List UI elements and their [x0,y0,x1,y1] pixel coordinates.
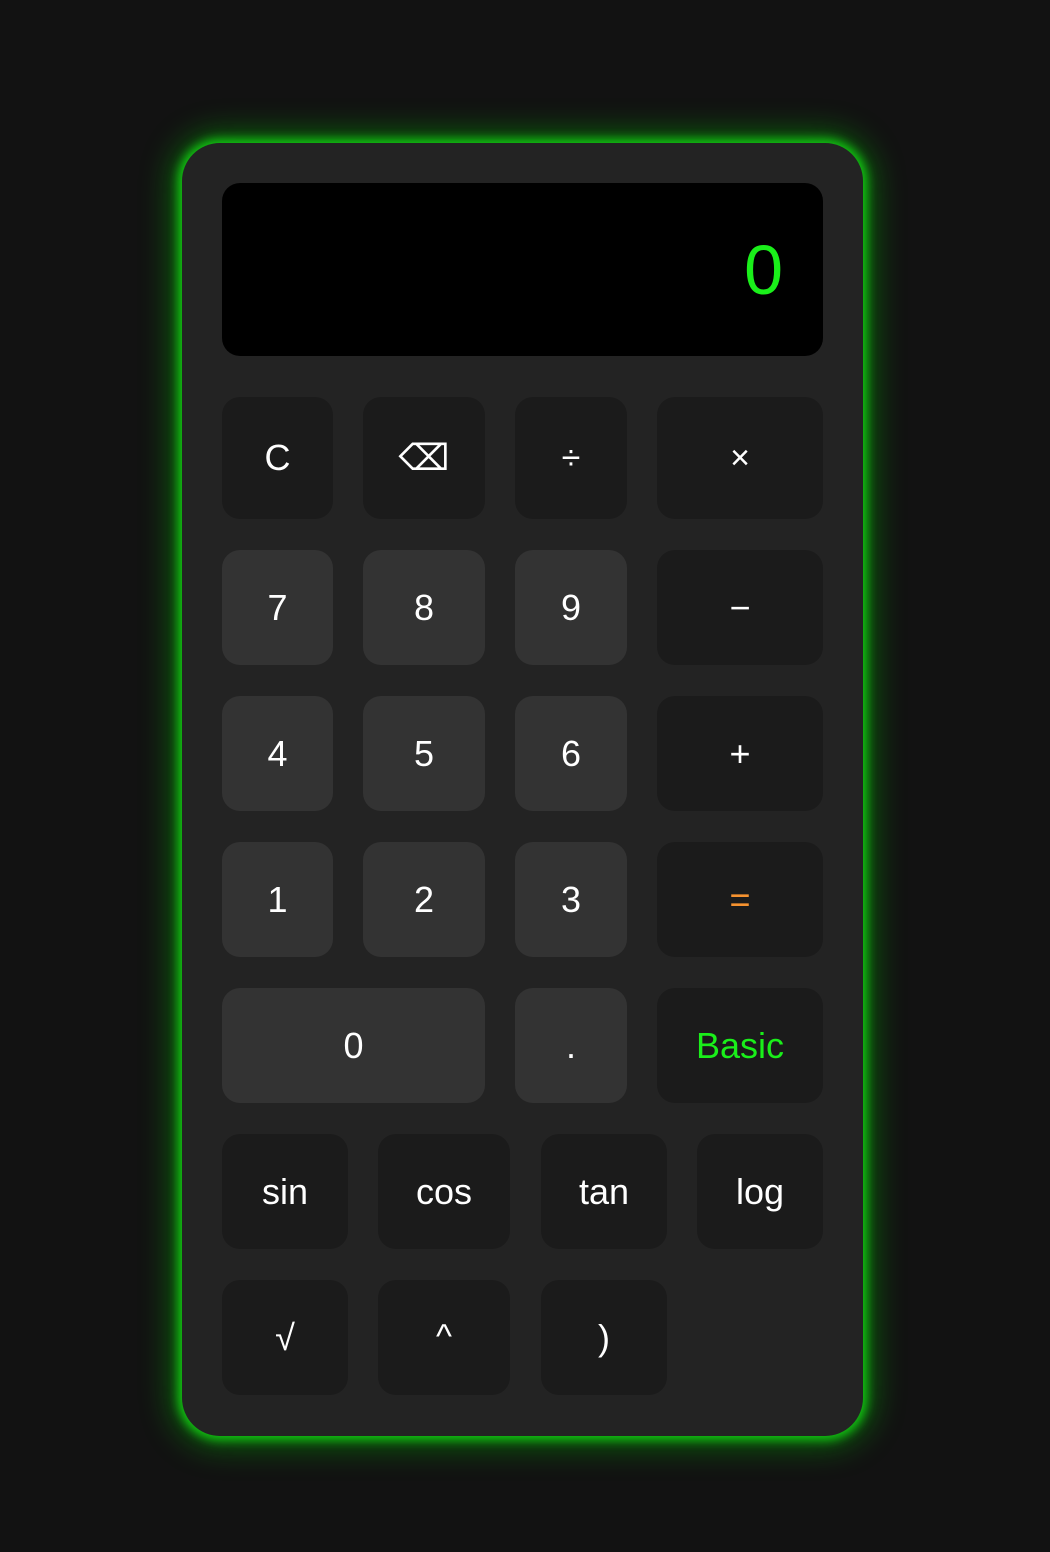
backspace-button[interactable]: ⌫ [363,397,485,519]
digit-9-button[interactable]: 9 [515,550,627,665]
digit-2-button[interactable]: 2 [363,842,485,957]
equals-button[interactable]: = [657,842,823,957]
display-value: 0 [744,230,783,309]
tan-button[interactable]: tan [541,1134,667,1249]
digit-5-button[interactable]: 5 [363,696,485,811]
minus-button[interactable]: − [657,550,823,665]
cos-button[interactable]: cos [378,1134,510,1249]
calculator: 0 C ⌫ ÷ × 7 8 9 − 4 5 6 + 1 2 3 = 0 . Ba… [182,143,863,1436]
display-screen: 0 [222,183,823,356]
digit-0-button[interactable]: 0 [222,988,485,1103]
digit-8-button[interactable]: 8 [363,550,485,665]
close-paren-button[interactable]: ) [541,1280,667,1395]
power-button[interactable]: ^ [378,1280,510,1395]
digit-4-button[interactable]: 4 [222,696,333,811]
mode-toggle-button[interactable]: Basic [657,988,823,1103]
divide-button[interactable]: ÷ [515,397,627,519]
log-button[interactable]: log [697,1134,823,1249]
sin-button[interactable]: sin [222,1134,348,1249]
digit-3-button[interactable]: 3 [515,842,627,957]
clear-button[interactable]: C [222,397,333,519]
decimal-button[interactable]: . [515,988,627,1103]
sqrt-button[interactable]: √ [222,1280,348,1395]
digit-1-button[interactable]: 1 [222,842,333,957]
multiply-button[interactable]: × [657,397,823,519]
plus-button[interactable]: + [657,696,823,811]
digit-7-button[interactable]: 7 [222,550,333,665]
digit-6-button[interactable]: 6 [515,696,627,811]
